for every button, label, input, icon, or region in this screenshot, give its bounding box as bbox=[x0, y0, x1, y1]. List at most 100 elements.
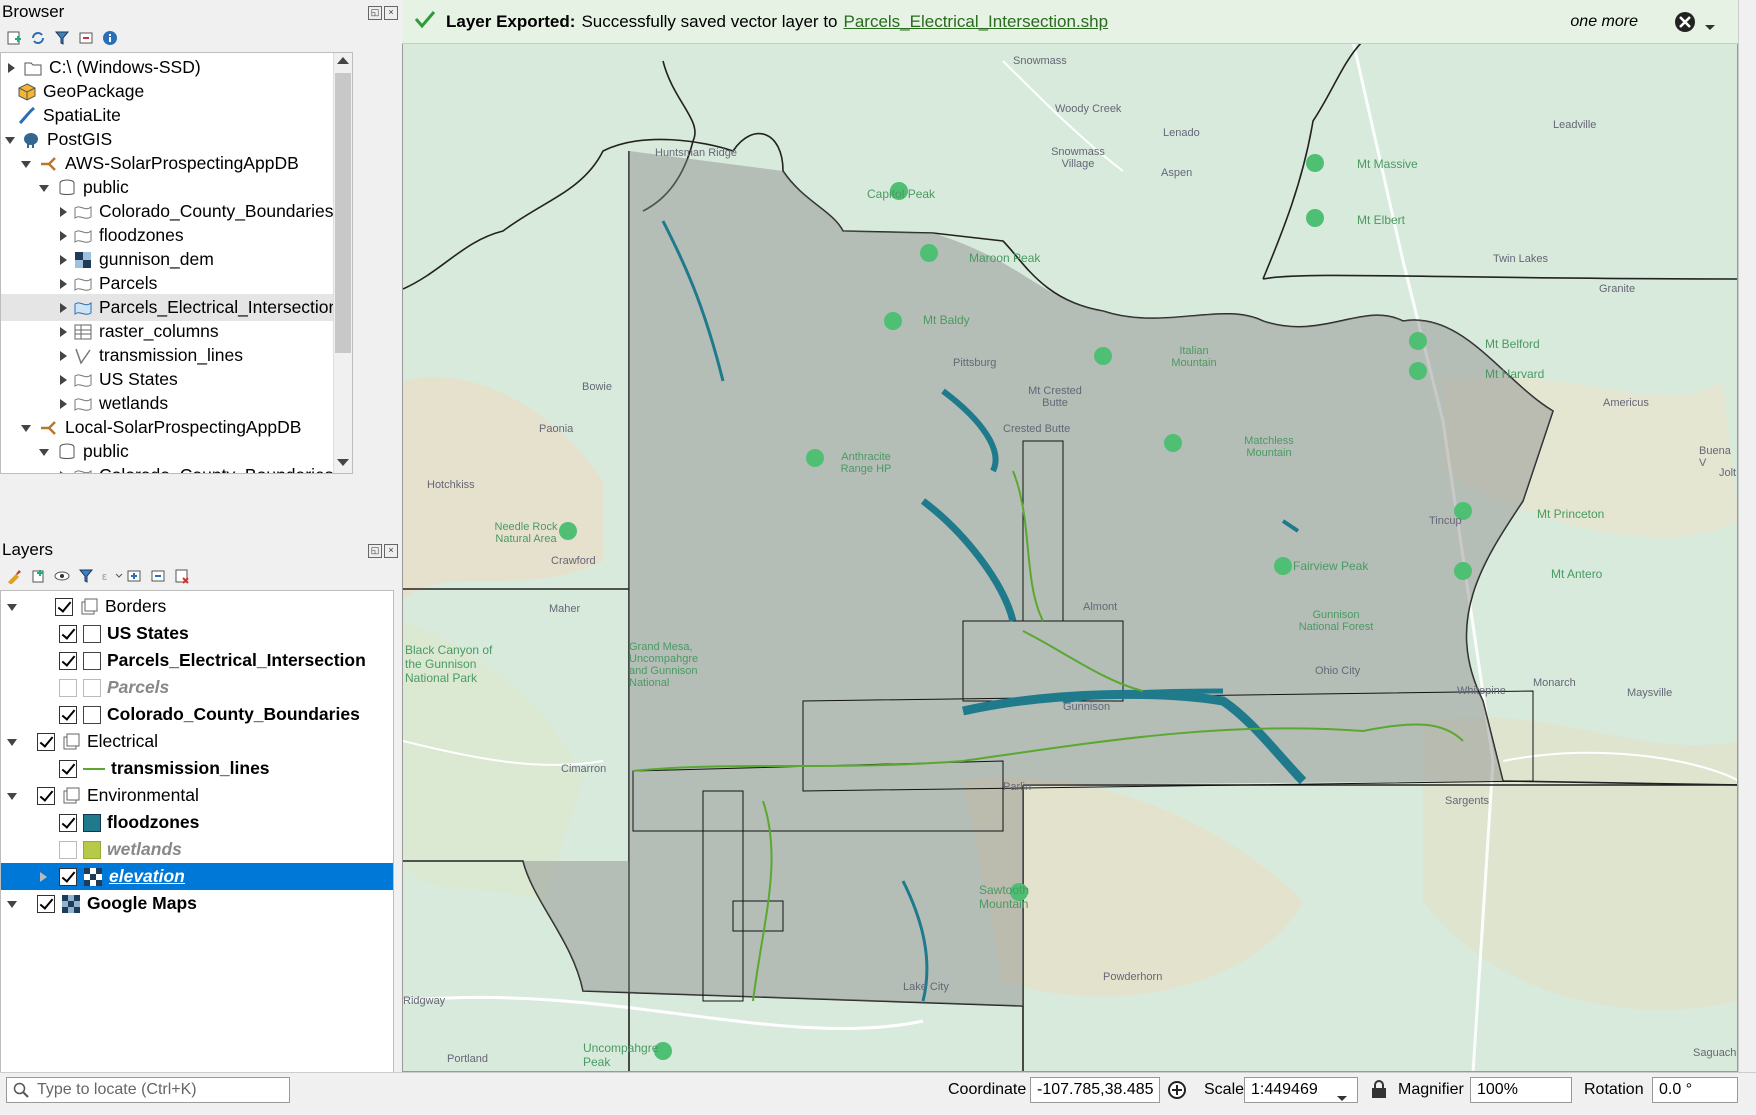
spatialite-icon bbox=[17, 106, 37, 126]
map-label: Aspen bbox=[1161, 167, 1193, 179]
browser-item-layer[interactable]: US States bbox=[57, 366, 178, 393]
lock-icon[interactable] bbox=[1370, 1079, 1388, 1104]
layer-item[interactable]: wetlands bbox=[59, 836, 182, 863]
close-message-icon[interactable] bbox=[1674, 11, 1696, 38]
filter-icon[interactable] bbox=[54, 30, 70, 46]
collapse-all-icon[interactable] bbox=[150, 568, 166, 584]
message-title: Layer Exported: bbox=[446, 11, 576, 31]
browser-item-layer[interactable]: gunnison_dem bbox=[57, 246, 214, 273]
add-selected-layers-icon[interactable] bbox=[6, 30, 22, 46]
map-label: Saguach bbox=[1693, 1047, 1737, 1059]
layer-visibility-checkbox[interactable] bbox=[37, 894, 55, 913]
map-label: Ridgway bbox=[403, 995, 446, 1007]
map-label: Anthracite Range HP bbox=[840, 451, 892, 475]
browser-scrollbar[interactable] bbox=[333, 53, 352, 473]
filter-legend-icon[interactable] bbox=[78, 568, 94, 584]
collapse-all-icon[interactable] bbox=[78, 30, 94, 46]
coordinate-field[interactable]: -107.785,38.485 bbox=[1030, 1077, 1160, 1103]
layer-visibility-checkbox[interactable] bbox=[55, 597, 73, 616]
manage-visibility-icon[interactable] bbox=[54, 568, 70, 584]
layer-visibility-checkbox[interactable] bbox=[59, 867, 77, 886]
connection-icon bbox=[39, 418, 59, 438]
browser-item-geopackage[interactable]: GeoPackage bbox=[17, 78, 144, 105]
remove-layer-icon[interactable] bbox=[174, 568, 190, 584]
layer-visibility-checkbox[interactable] bbox=[59, 705, 77, 724]
layer-item[interactable]: Colorado_County_Boundaries bbox=[59, 701, 360, 728]
map-label: Pittsburg bbox=[953, 357, 997, 369]
browser-item-local-db[interactable]: Local-SolarProspectingAppDB bbox=[21, 414, 301, 441]
expand-all-icon[interactable] bbox=[126, 568, 142, 584]
layer-visibility-checkbox[interactable] bbox=[59, 624, 77, 643]
layer-visibility-checkbox[interactable] bbox=[37, 732, 55, 751]
polygon-layer-icon bbox=[73, 298, 93, 318]
float-panel-button[interactable]: ◱ bbox=[368, 544, 382, 558]
browser-item-layer[interactable]: raster_columns bbox=[57, 318, 219, 345]
browser-item-layer-selected[interactable]: Parcels_Electrical_Intersection bbox=[1, 294, 346, 321]
postgis-elephant-icon bbox=[21, 130, 41, 150]
layer-group-borders[interactable]: Borders bbox=[7, 593, 166, 620]
layer-group-electrical[interactable]: Electrical bbox=[7, 728, 158, 755]
layer-visibility-checkbox[interactable] bbox=[37, 786, 55, 805]
browser-item-layer[interactable]: Colorado_County_Boundaries bbox=[57, 198, 333, 225]
browser-item-spatialite[interactable]: SpatiaLite bbox=[17, 102, 121, 129]
chevron-down-icon[interactable] bbox=[1336, 1088, 1348, 1108]
locate-input[interactable]: Type to locate (Ctrl+K) bbox=[6, 1077, 290, 1103]
map-label: Parlin bbox=[1003, 781, 1032, 793]
layer-visibility-checkbox[interactable] bbox=[59, 840, 77, 859]
info-icon[interactable] bbox=[102, 30, 118, 46]
map-label: Black Canyon of the Gunnison National Pa… bbox=[405, 643, 493, 685]
browser-item-layer[interactable]: Colorado_County_Boundaries bbox=[57, 462, 333, 473]
map-canvas[interactable]: Snowmass Woody Creek Lenado Snowmass Vil… bbox=[402, 0, 1738, 1072]
layer-visibility-checkbox[interactable] bbox=[59, 651, 77, 670]
browser-item-aws-db[interactable]: AWS-SolarProspectingAppDB bbox=[21, 150, 299, 177]
coordinate-label: Coordinate bbox=[948, 1081, 1027, 1098]
layer-visibility-checkbox[interactable] bbox=[59, 678, 77, 697]
message-text: Successfully saved vector layer to bbox=[581, 11, 838, 31]
polygon-layer-icon bbox=[73, 226, 93, 246]
browser-item-layer[interactable]: Parcels bbox=[57, 270, 157, 297]
map-label: Lenado bbox=[1163, 127, 1200, 139]
magnifier-spinbox[interactable]: 100% bbox=[1470, 1077, 1572, 1103]
layer-item[interactable]: Parcels bbox=[59, 674, 169, 701]
more-messages-label[interactable]: one more bbox=[1570, 13, 1638, 31]
map-label: Monarch bbox=[1533, 677, 1576, 689]
magnifier-label: Magnifier bbox=[1398, 1081, 1464, 1098]
status-bar: Type to locate (Ctrl+K) Coordinate -107.… bbox=[0, 1072, 1756, 1115]
layer-group-environmental[interactable]: Environmental bbox=[7, 782, 199, 809]
map-label: Paonia bbox=[539, 423, 574, 435]
layer-item[interactable]: Parcels_Electrical_Intersection bbox=[59, 647, 366, 674]
browser-item-drive[interactable]: C:\ (Windows-SSD) bbox=[5, 54, 201, 81]
svg-text:ε: ε bbox=[102, 571, 107, 583]
toggle-extents-icon[interactable] bbox=[1166, 1080, 1188, 1105]
polygon-layer-icon bbox=[73, 202, 93, 222]
refresh-icon[interactable] bbox=[30, 30, 46, 46]
rotation-spinbox[interactable]: 0.0 ° bbox=[1652, 1077, 1738, 1103]
layer-visibility-checkbox[interactable] bbox=[59, 759, 77, 778]
style-manager-icon[interactable] bbox=[6, 568, 22, 585]
close-panel-button[interactable]: × bbox=[384, 544, 398, 558]
exported-file-link[interactable]: Parcels_Electrical_Intersection.shp bbox=[844, 12, 1109, 32]
layer-item[interactable]: US States bbox=[59, 620, 189, 647]
schema-icon bbox=[57, 442, 77, 462]
map-label: Granite bbox=[1599, 283, 1636, 295]
close-panel-button[interactable]: × bbox=[384, 6, 398, 20]
browser-item-layer[interactable]: floodzones bbox=[57, 222, 184, 249]
layer-item[interactable]: Google Maps bbox=[7, 890, 197, 917]
layer-item-selected[interactable]: elevation bbox=[1, 863, 393, 890]
browser-item-layer[interactable]: transmission_lines bbox=[57, 342, 243, 369]
raster-symbol-icon bbox=[83, 867, 103, 887]
float-panel-button[interactable]: ◱ bbox=[368, 6, 382, 20]
add-group-icon[interactable] bbox=[30, 568, 46, 584]
map-label: Mt Princeton bbox=[1537, 507, 1605, 521]
layer-item[interactable]: floodzones bbox=[59, 809, 199, 836]
layer-item[interactable]: transmission_lines bbox=[59, 755, 270, 782]
layer-visibility-checkbox[interactable] bbox=[59, 813, 77, 832]
chevron-down-icon[interactable] bbox=[1704, 17, 1716, 37]
browser-item-layer[interactable]: wetlands bbox=[57, 390, 168, 417]
map-label: Americus bbox=[1603, 397, 1649, 409]
filter-expression-icon[interactable]: ε bbox=[102, 568, 123, 584]
folder-icon bbox=[23, 58, 43, 78]
browser-item-public-schema[interactable]: public bbox=[39, 174, 129, 201]
browser-item-public-schema[interactable]: public bbox=[39, 438, 129, 465]
browser-item-postgis[interactable]: PostGIS bbox=[5, 126, 112, 153]
